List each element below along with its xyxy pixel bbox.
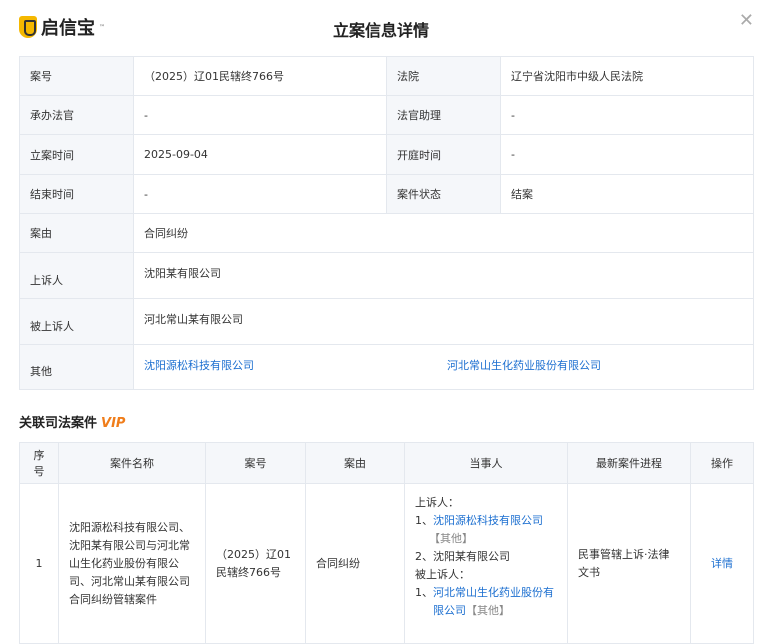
page-title: 立案信息详情 xyxy=(332,21,429,40)
label: 其他 xyxy=(19,344,134,390)
label: 结束时间 xyxy=(19,174,134,214)
label: 上诉人 xyxy=(19,252,134,299)
role: 【其他】 xyxy=(466,604,510,617)
case-number: （2025）辽01民辖终766号 xyxy=(205,483,306,644)
details-link[interactable]: 详情 xyxy=(690,483,754,644)
index: 1、 xyxy=(415,514,433,527)
vip-badge: VIP xyxy=(101,416,126,431)
value: 沈阳某有限公司 xyxy=(133,252,754,299)
appellee-label: 被上诉人： xyxy=(415,568,470,581)
column-header: 序号 xyxy=(19,442,59,484)
label: 承办法官 xyxy=(19,95,134,135)
company-link[interactable]: 沈阳源松科技有限公司 xyxy=(144,357,447,373)
parties: 上诉人： 1、 沈阳源松科技有限公司 【其他】 2、沈阳某有限公司 被上诉人： 1… xyxy=(404,483,568,644)
company-link[interactable]: 河北常山生化药业股份有限公司 xyxy=(447,359,601,372)
latest-progress: 民事管辖上诉·法律文书 xyxy=(567,483,691,644)
section-title-text: 关联司法案件 xyxy=(19,416,98,431)
value: 辽宁省沈阳市中级人民法院 xyxy=(500,56,754,96)
section-title: 关联司法案件 VIP xyxy=(19,412,125,431)
label: 案件状态 xyxy=(386,174,501,214)
label: 开庭时间 xyxy=(386,134,501,175)
party: 2、沈阳某有限公司 xyxy=(415,550,510,563)
column-header: 案由 xyxy=(305,442,405,484)
column-header: 案号 xyxy=(205,442,306,484)
other-parties: 沈阳源松科技有限公司 河北常山生化药业股份有限公司 xyxy=(133,344,754,390)
index: 1、 xyxy=(415,586,433,599)
case-cause: 合同纠纷 xyxy=(305,483,405,644)
value: - xyxy=(133,95,387,135)
related-cases-table: 序号 案件名称 案号 案由 当事人 最新案件进程 操作 1 沈阳源松科技有限公司… xyxy=(19,442,754,644)
value: 2025-09-04 xyxy=(133,134,387,175)
case-info-table: 案号 （2025）辽01民辖终766号 法院 辽宁省沈阳市中级人民法院 承办法官 - 法官… xyxy=(19,56,754,390)
row-number: 1 xyxy=(19,483,59,644)
table-row: 1 沈阳源松科技有限公司、沈阳某有限公司与河北常山生化药业股份有限公司、河北常山… xyxy=(19,483,754,644)
value: 河北常山某有限公司 xyxy=(133,298,754,345)
label: 法院 xyxy=(386,56,501,96)
column-header: 操作 xyxy=(690,442,754,484)
value: 结案 xyxy=(500,174,754,214)
value: 合同纠纷 xyxy=(133,213,754,253)
label: 案由 xyxy=(19,213,134,253)
close-icon[interactable]: ✕ xyxy=(739,10,754,31)
appellant-label: 上诉人： xyxy=(415,496,459,509)
company-link[interactable]: 沈阳源松科技有限公司 xyxy=(433,512,543,530)
label: 法官助理 xyxy=(386,95,501,135)
value: - xyxy=(500,95,754,135)
value: （2025）辽01民辖终766号 xyxy=(133,56,387,96)
column-header: 当事人 xyxy=(404,442,568,484)
column-header: 案件名称 xyxy=(58,442,206,484)
value: - xyxy=(133,174,387,214)
label: 立案时间 xyxy=(19,134,134,175)
label: 被上诉人 xyxy=(19,298,134,345)
case-name: 沈阳源松科技有限公司、沈阳某有限公司与河北常山生化药业股份有限公司、河北常山某有… xyxy=(58,483,206,644)
value: - xyxy=(500,134,754,175)
label: 案号 xyxy=(19,56,134,96)
role: 【其他】 xyxy=(429,532,473,545)
column-header: 最新案件进程 xyxy=(567,442,691,484)
